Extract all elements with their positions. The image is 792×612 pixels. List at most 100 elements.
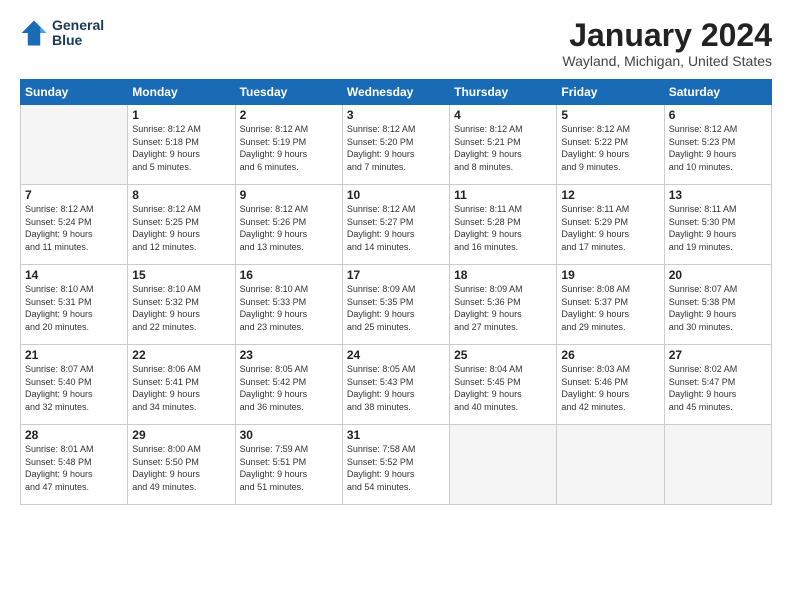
day-cell: 19Sunrise: 8:08 AM Sunset: 5:37 PM Dayli… bbox=[557, 265, 664, 345]
day-content: Sunrise: 8:09 AM Sunset: 5:36 PM Dayligh… bbox=[454, 283, 552, 333]
day-cell: 1Sunrise: 8:12 AM Sunset: 5:18 PM Daylig… bbox=[128, 105, 235, 185]
day-content: Sunrise: 8:12 AM Sunset: 5:23 PM Dayligh… bbox=[669, 123, 767, 173]
week-row-4: 28Sunrise: 8:01 AM Sunset: 5:48 PM Dayli… bbox=[21, 425, 772, 505]
day-cell: 20Sunrise: 8:07 AM Sunset: 5:38 PM Dayli… bbox=[664, 265, 771, 345]
day-number: 4 bbox=[454, 108, 552, 122]
header-monday: Monday bbox=[128, 80, 235, 105]
header-saturday: Saturday bbox=[664, 80, 771, 105]
day-number: 19 bbox=[561, 268, 659, 282]
day-cell: 11Sunrise: 8:11 AM Sunset: 5:28 PM Dayli… bbox=[450, 185, 557, 265]
header-tuesday: Tuesday bbox=[235, 80, 342, 105]
day-number: 23 bbox=[240, 348, 338, 362]
day-cell: 14Sunrise: 8:10 AM Sunset: 5:31 PM Dayli… bbox=[21, 265, 128, 345]
day-cell: 2Sunrise: 8:12 AM Sunset: 5:19 PM Daylig… bbox=[235, 105, 342, 185]
logo: General Blue bbox=[20, 18, 104, 49]
day-cell: 25Sunrise: 8:04 AM Sunset: 5:45 PM Dayli… bbox=[450, 345, 557, 425]
day-number: 22 bbox=[132, 348, 230, 362]
day-content: Sunrise: 8:11 AM Sunset: 5:28 PM Dayligh… bbox=[454, 203, 552, 253]
day-content: Sunrise: 8:00 AM Sunset: 5:50 PM Dayligh… bbox=[132, 443, 230, 493]
logo-line1: General bbox=[52, 18, 104, 33]
day-cell: 16Sunrise: 8:10 AM Sunset: 5:33 PM Dayli… bbox=[235, 265, 342, 345]
day-content: Sunrise: 8:05 AM Sunset: 5:42 PM Dayligh… bbox=[240, 363, 338, 413]
day-number: 31 bbox=[347, 428, 445, 442]
day-content: Sunrise: 8:10 AM Sunset: 5:33 PM Dayligh… bbox=[240, 283, 338, 333]
day-content: Sunrise: 8:07 AM Sunset: 5:40 PM Dayligh… bbox=[25, 363, 123, 413]
day-cell bbox=[450, 425, 557, 505]
day-content: Sunrise: 8:09 AM Sunset: 5:35 PM Dayligh… bbox=[347, 283, 445, 333]
logo-line2: Blue bbox=[52, 33, 104, 48]
location: Wayland, Michigan, United States bbox=[562, 53, 772, 69]
day-cell: 28Sunrise: 8:01 AM Sunset: 5:48 PM Dayli… bbox=[21, 425, 128, 505]
page: General Blue January 2024 Wayland, Michi… bbox=[0, 0, 792, 612]
day-cell: 13Sunrise: 8:11 AM Sunset: 5:30 PM Dayli… bbox=[664, 185, 771, 265]
day-cell: 30Sunrise: 7:59 AM Sunset: 5:51 PM Dayli… bbox=[235, 425, 342, 505]
day-cell: 18Sunrise: 8:09 AM Sunset: 5:36 PM Dayli… bbox=[450, 265, 557, 345]
day-cell: 15Sunrise: 8:10 AM Sunset: 5:32 PM Dayli… bbox=[128, 265, 235, 345]
day-number: 30 bbox=[240, 428, 338, 442]
week-row-0: 1Sunrise: 8:12 AM Sunset: 5:18 PM Daylig… bbox=[21, 105, 772, 185]
day-number: 21 bbox=[25, 348, 123, 362]
day-cell bbox=[21, 105, 128, 185]
day-number: 18 bbox=[454, 268, 552, 282]
day-cell: 6Sunrise: 8:12 AM Sunset: 5:23 PM Daylig… bbox=[664, 105, 771, 185]
day-number: 6 bbox=[669, 108, 767, 122]
day-content: Sunrise: 8:08 AM Sunset: 5:37 PM Dayligh… bbox=[561, 283, 659, 333]
day-cell: 9Sunrise: 8:12 AM Sunset: 5:26 PM Daylig… bbox=[235, 185, 342, 265]
day-number: 9 bbox=[240, 188, 338, 202]
day-number: 1 bbox=[132, 108, 230, 122]
day-number: 11 bbox=[454, 188, 552, 202]
day-content: Sunrise: 8:12 AM Sunset: 5:25 PM Dayligh… bbox=[132, 203, 230, 253]
day-cell: 23Sunrise: 8:05 AM Sunset: 5:42 PM Dayli… bbox=[235, 345, 342, 425]
month-title: January 2024 bbox=[562, 18, 772, 53]
day-number: 14 bbox=[25, 268, 123, 282]
logo-text: General Blue bbox=[52, 18, 104, 49]
day-content: Sunrise: 8:02 AM Sunset: 5:47 PM Dayligh… bbox=[669, 363, 767, 413]
day-number: 12 bbox=[561, 188, 659, 202]
day-number: 5 bbox=[561, 108, 659, 122]
header-wednesday: Wednesday bbox=[342, 80, 449, 105]
day-cell: 22Sunrise: 8:06 AM Sunset: 5:41 PM Dayli… bbox=[128, 345, 235, 425]
day-number: 16 bbox=[240, 268, 338, 282]
day-content: Sunrise: 8:07 AM Sunset: 5:38 PM Dayligh… bbox=[669, 283, 767, 333]
week-row-3: 21Sunrise: 8:07 AM Sunset: 5:40 PM Dayli… bbox=[21, 345, 772, 425]
day-cell: 29Sunrise: 8:00 AM Sunset: 5:50 PM Dayli… bbox=[128, 425, 235, 505]
day-cell: 5Sunrise: 8:12 AM Sunset: 5:22 PM Daylig… bbox=[557, 105, 664, 185]
day-content: Sunrise: 8:05 AM Sunset: 5:43 PM Dayligh… bbox=[347, 363, 445, 413]
day-number: 20 bbox=[669, 268, 767, 282]
day-content: Sunrise: 7:58 AM Sunset: 5:52 PM Dayligh… bbox=[347, 443, 445, 493]
day-number: 2 bbox=[240, 108, 338, 122]
day-cell: 3Sunrise: 8:12 AM Sunset: 5:20 PM Daylig… bbox=[342, 105, 449, 185]
day-content: Sunrise: 8:04 AM Sunset: 5:45 PM Dayligh… bbox=[454, 363, 552, 413]
day-content: Sunrise: 8:12 AM Sunset: 5:27 PM Dayligh… bbox=[347, 203, 445, 253]
day-cell: 24Sunrise: 8:05 AM Sunset: 5:43 PM Dayli… bbox=[342, 345, 449, 425]
day-content: Sunrise: 8:12 AM Sunset: 5:20 PM Dayligh… bbox=[347, 123, 445, 173]
day-content: Sunrise: 8:12 AM Sunset: 5:18 PM Dayligh… bbox=[132, 123, 230, 173]
day-number: 13 bbox=[669, 188, 767, 202]
day-content: Sunrise: 8:10 AM Sunset: 5:32 PM Dayligh… bbox=[132, 283, 230, 333]
title-area: January 2024 Wayland, Michigan, United S… bbox=[562, 18, 772, 69]
day-number: 3 bbox=[347, 108, 445, 122]
header-sunday: Sunday bbox=[21, 80, 128, 105]
calendar-table: SundayMondayTuesdayWednesdayThursdayFrid… bbox=[20, 79, 772, 505]
day-content: Sunrise: 8:03 AM Sunset: 5:46 PM Dayligh… bbox=[561, 363, 659, 413]
day-content: Sunrise: 8:01 AM Sunset: 5:48 PM Dayligh… bbox=[25, 443, 123, 493]
day-content: Sunrise: 8:12 AM Sunset: 5:22 PM Dayligh… bbox=[561, 123, 659, 173]
day-content: Sunrise: 7:59 AM Sunset: 5:51 PM Dayligh… bbox=[240, 443, 338, 493]
day-content: Sunrise: 8:12 AM Sunset: 5:24 PM Dayligh… bbox=[25, 203, 123, 253]
day-content: Sunrise: 8:12 AM Sunset: 5:21 PM Dayligh… bbox=[454, 123, 552, 173]
day-cell: 17Sunrise: 8:09 AM Sunset: 5:35 PM Dayli… bbox=[342, 265, 449, 345]
day-number: 17 bbox=[347, 268, 445, 282]
logo-icon bbox=[20, 19, 48, 47]
day-cell: 12Sunrise: 8:11 AM Sunset: 5:29 PM Dayli… bbox=[557, 185, 664, 265]
day-cell: 8Sunrise: 8:12 AM Sunset: 5:25 PM Daylig… bbox=[128, 185, 235, 265]
calendar-header-row: SundayMondayTuesdayWednesdayThursdayFrid… bbox=[21, 80, 772, 105]
day-cell: 4Sunrise: 8:12 AM Sunset: 5:21 PM Daylig… bbox=[450, 105, 557, 185]
day-content: Sunrise: 8:10 AM Sunset: 5:31 PM Dayligh… bbox=[25, 283, 123, 333]
day-number: 10 bbox=[347, 188, 445, 202]
day-number: 25 bbox=[454, 348, 552, 362]
header-thursday: Thursday bbox=[450, 80, 557, 105]
week-row-1: 7Sunrise: 8:12 AM Sunset: 5:24 PM Daylig… bbox=[21, 185, 772, 265]
day-content: Sunrise: 8:11 AM Sunset: 5:30 PM Dayligh… bbox=[669, 203, 767, 253]
day-cell: 31Sunrise: 7:58 AM Sunset: 5:52 PM Dayli… bbox=[342, 425, 449, 505]
day-cell: 27Sunrise: 8:02 AM Sunset: 5:47 PM Dayli… bbox=[664, 345, 771, 425]
